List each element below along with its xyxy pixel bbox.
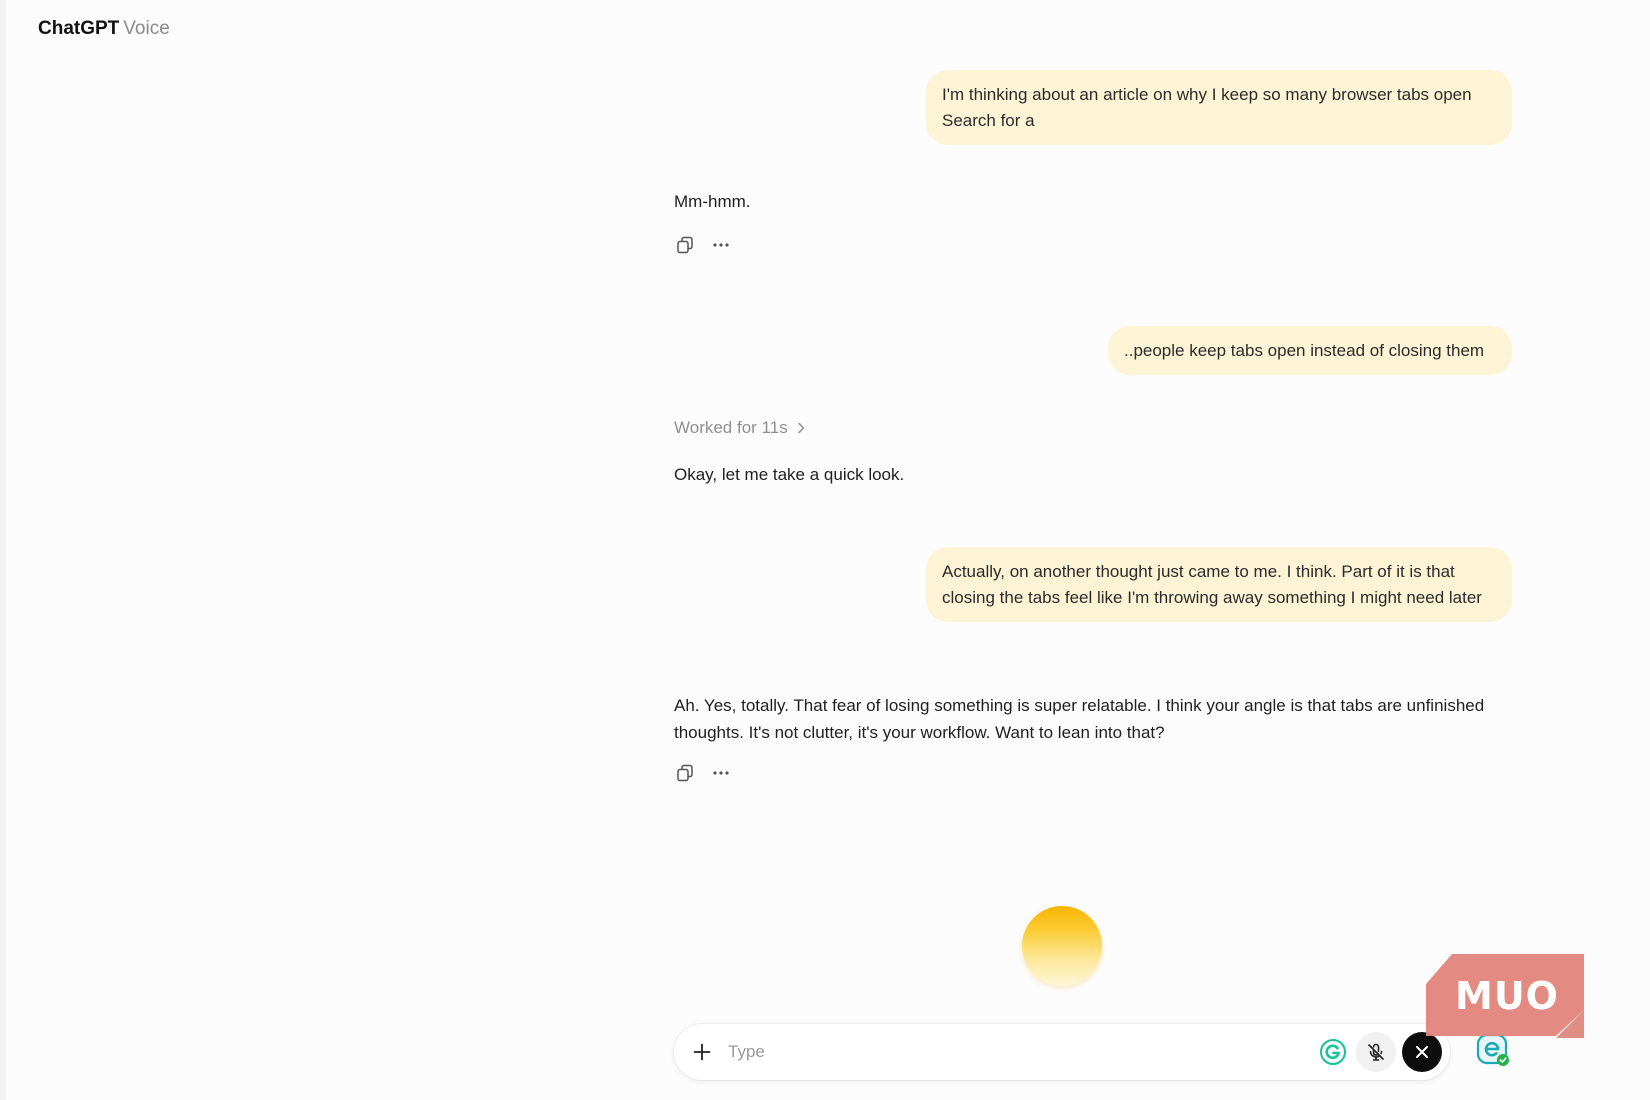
composer-bar [674,1024,1450,1080]
user-message-bubble: ..people keep tabs open instead of closi… [1108,326,1512,375]
user-message-text: Actually, on another thought just came t… [942,562,1482,607]
add-attachment-button[interactable] [688,1038,716,1066]
chat-page: ChatGPT Voice I'm thinking about an artic… [0,0,1650,1100]
mic-off-icon [1368,1043,1384,1061]
plus-icon [693,1043,711,1061]
watermark-text: MUO [1455,974,1559,1018]
grammarly-button[interactable] [1320,1039,1346,1065]
message-actions [674,762,732,784]
message-actions [674,234,732,256]
more-icon [713,771,729,775]
worked-for-toggle[interactable]: Worked for 11s [674,418,808,438]
worked-for-label: Worked for 11s [674,418,788,437]
more-options-button[interactable] [710,234,732,256]
copy-button[interactable] [674,234,696,256]
user-message-bubble: Actually, on another thought just came t… [926,547,1512,622]
copy-icon [677,236,693,254]
mute-microphone-button[interactable] [1356,1032,1396,1072]
assistant-message-text: Ah. Yes, totally. That fear of losing so… [674,696,1485,742]
end-voice-button[interactable] [1402,1032,1442,1072]
extension-icon [1476,1033,1509,1066]
user-message-text: ..people keep tabs open instead of closi… [1124,341,1485,360]
assistant-message-text: Mm-hmm. [674,192,751,211]
more-icon [713,243,729,247]
extension-button[interactable] [1476,1033,1510,1067]
message-input[interactable] [728,1038,1268,1066]
close-icon [1416,1046,1428,1058]
chevron-right-icon [797,422,804,434]
user-message-bubble: I'm thinking about an article on why I k… [926,70,1512,145]
app-name: ChatGPT [38,18,120,39]
copy-button[interactable] [674,762,696,784]
assistant-message-text: Okay, let me take a quick look. [674,465,905,484]
user-message-text: I'm thinking about an article on why I k… [942,85,1472,130]
muo-watermark: MUO [1426,954,1588,1038]
app-mode: Voice [123,18,170,39]
more-options-button[interactable] [710,762,732,784]
sidebar-edge [0,0,6,1100]
copy-icon [677,764,693,782]
voice-orb [1022,906,1102,986]
grammarly-icon [1320,1039,1346,1065]
app-title: ChatGPT Voice [38,17,170,41]
